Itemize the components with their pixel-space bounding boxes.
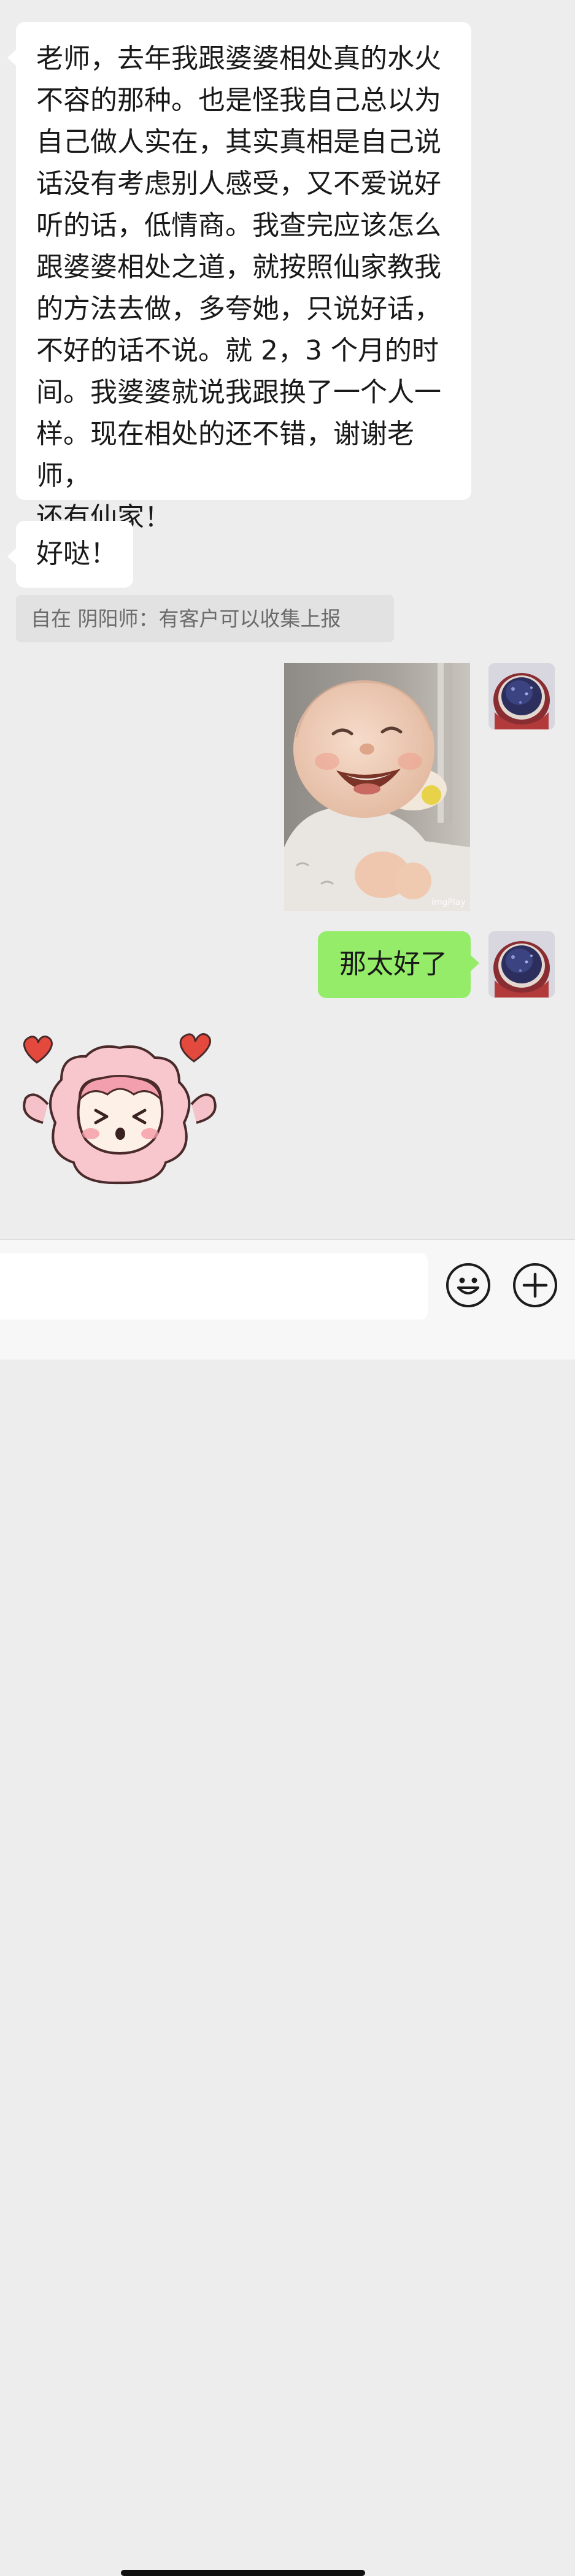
laughing-baby-photo: imgPlay xyxy=(284,663,470,911)
message-bubble-outgoing[interactable]: 那太好了 xyxy=(318,931,479,998)
chat-area: 老师，去年我跟婆婆相处真的水火 不容的那种。也是怪我自己总以为 自己做人实在，其… xyxy=(0,0,575,1239)
message-line: 不好的话不说。就 2，3 个月的时 xyxy=(36,335,439,366)
quoted-reply[interactable]: 自在 阴阳师：有客户可以收集上报 xyxy=(16,595,394,642)
message-line: 样。现在相处的还不错，谢谢老师， xyxy=(36,418,414,491)
home-indicator xyxy=(121,2570,365,2576)
plus-icon xyxy=(522,1272,548,1298)
message-text: 那太好了 xyxy=(339,948,447,980)
emoji-button[interactable] xyxy=(446,1263,490,1307)
message-bubble-incoming[interactable]: 老师，去年我跟婆婆相处真的水火 不容的那种。也是怪我自己总以为 自己做人实在，其… xyxy=(7,22,471,533)
message-line: 不容的那种。也是怪我自己总以为 xyxy=(36,85,441,116)
plus-button[interactable] xyxy=(513,1263,557,1307)
quote-text: 自在 阴阳师：有客户可以收集上报 xyxy=(31,607,341,631)
message-text: 好哒！ xyxy=(36,538,117,569)
geode-icon xyxy=(488,931,555,998)
message-line: 自己做人实在，其实真相是自己说 xyxy=(36,126,441,158)
sent-image-laughing-baby[interactable]: imgPlay xyxy=(284,663,470,911)
geode-avatar[interactable] xyxy=(488,663,555,729)
input-bar xyxy=(0,1239,575,2576)
sheep-sticker-icon xyxy=(23,1033,217,1185)
message-line: 老师，去年我跟婆婆相处真的水火 xyxy=(36,43,441,74)
message-input[interactable] xyxy=(0,1253,428,1320)
emoji-icon xyxy=(457,1277,479,1294)
geode-icon xyxy=(488,663,555,729)
pink-sheep-hearts-sticker[interactable] xyxy=(18,1031,221,1202)
message-line: 话没有考虑别人感受，又不爱说好 xyxy=(36,168,441,199)
message-line: 间。我婆婆就说我跟换了一个人一 xyxy=(36,377,441,408)
image-watermark: imgPlay xyxy=(431,898,466,907)
message-line: 跟婆婆相处之道，就按照仙家教我 xyxy=(36,252,441,283)
message-line: 的方法去做，多夸她，只说好话， xyxy=(36,293,441,325)
geode-avatar[interactable] xyxy=(488,931,555,998)
message-line: 听的话，低情商。我查完应该怎么 xyxy=(36,210,441,241)
message-bubble-incoming[interactable]: 好哒！ xyxy=(7,521,133,588)
